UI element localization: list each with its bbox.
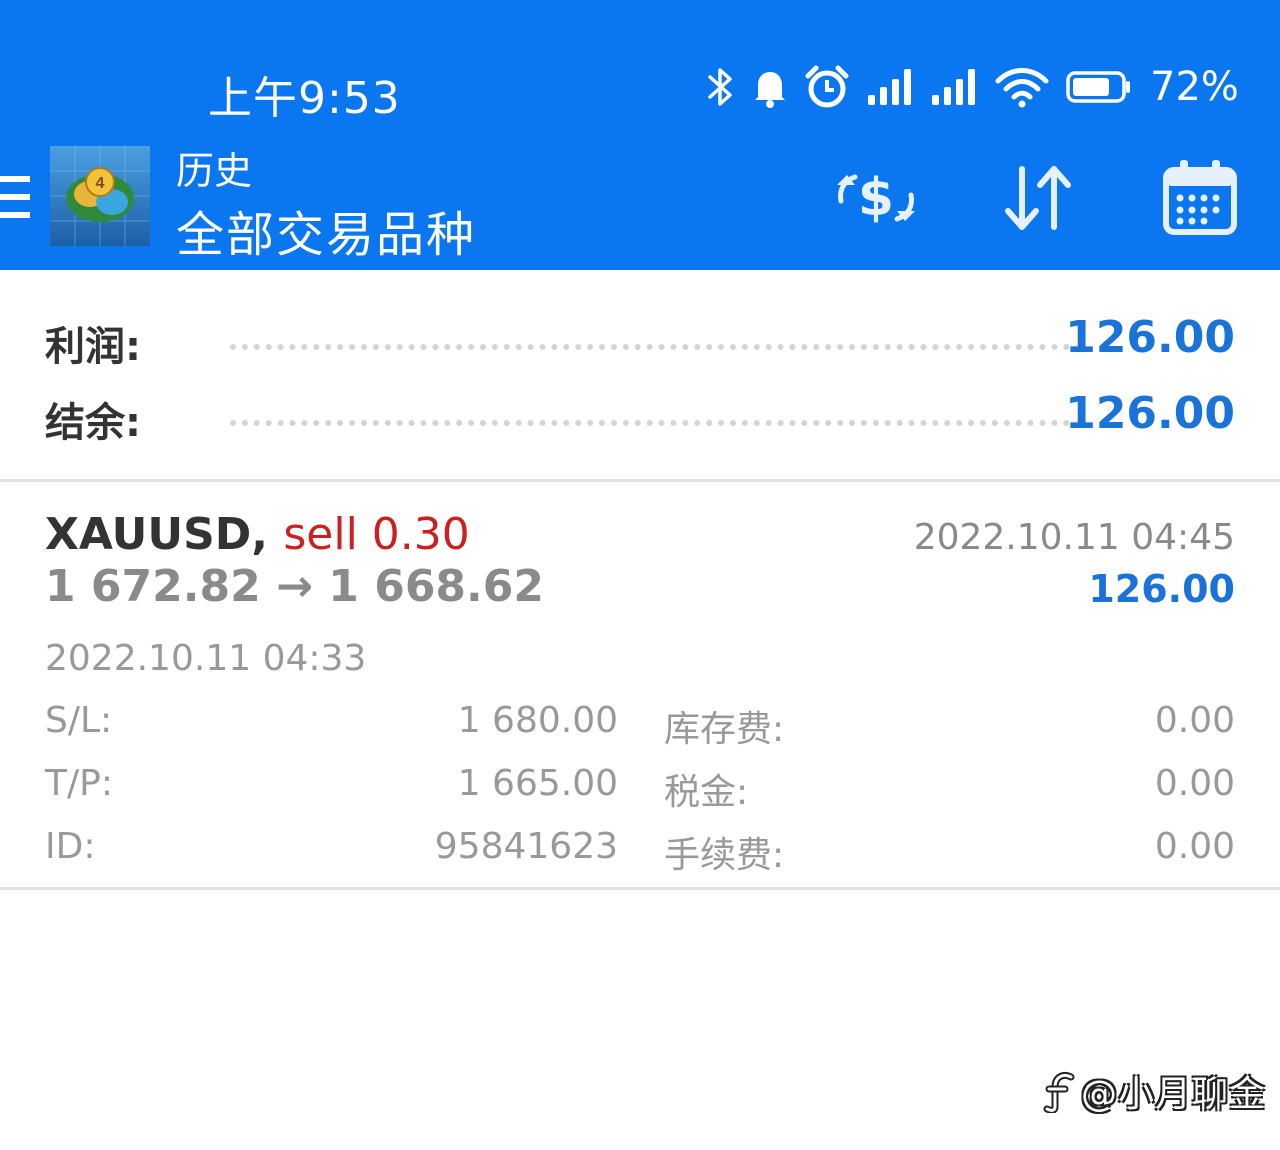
svg-text:4: 4 bbox=[96, 175, 105, 192]
sort-button[interactable] bbox=[990, 150, 1086, 246]
detail-row-sl: S/L: 1 680.00 库存费: 0.00 bbox=[0, 700, 1280, 750]
deal-item[interactable]: XAUUSD, sell 0.30 2022.10.11 04:45 1 672… bbox=[0, 483, 1280, 887]
sort-icon bbox=[1005, 166, 1071, 230]
dotted-leader bbox=[230, 420, 1070, 426]
menu-button[interactable] bbox=[0, 172, 34, 222]
close-price: 1 668.62 bbox=[328, 561, 544, 612]
open-price: 1 672.82 bbox=[45, 561, 261, 612]
hamburger-icon bbox=[0, 176, 30, 218]
tax-value: 0.00 bbox=[1154, 763, 1235, 804]
sl-label: S/L: bbox=[45, 700, 113, 741]
commission-label: 手续费: bbox=[664, 835, 785, 876]
balance-value: 126.00 bbox=[1065, 388, 1235, 439]
calendar-icon bbox=[1163, 160, 1237, 235]
divider bbox=[0, 479, 1280, 482]
status-time: 上午9:53 bbox=[208, 73, 401, 124]
commission-value: 0.00 bbox=[1154, 826, 1235, 867]
arrow-icon: → bbox=[276, 561, 313, 612]
deal-header: XAUUSD, sell 0.30 bbox=[45, 509, 470, 560]
dotted-leader bbox=[230, 344, 1070, 350]
watermark: @小月聊金 bbox=[1041, 1066, 1266, 1116]
deal-symbol: XAUUSD, bbox=[45, 509, 269, 560]
swap-label: 库存费: bbox=[664, 709, 785, 750]
svg-text:$: $ bbox=[858, 168, 894, 228]
deal-close-time: 2022.10.11 04:45 bbox=[913, 517, 1235, 558]
profit-row: 利润: 126.00 bbox=[0, 306, 1280, 376]
id-value: 95841623 bbox=[434, 826, 618, 867]
detail-row-tp: T/P: 1 665.00 税金: 0.00 bbox=[0, 763, 1280, 813]
bell-icon bbox=[752, 62, 788, 112]
tp-value: 1 665.00 bbox=[457, 763, 618, 804]
detail-row-id: ID: 95841623 手续费: 0.00 bbox=[0, 826, 1280, 876]
wifi-icon bbox=[994, 62, 1050, 112]
currency-exchange-icon: $ bbox=[837, 168, 915, 228]
summary-section: 利润: 126.00 结余: 126.00 bbox=[0, 270, 1280, 480]
profit-value: 126.00 bbox=[1065, 312, 1235, 363]
divider bbox=[0, 887, 1280, 890]
tax-label: 税金: bbox=[664, 772, 749, 813]
sl-value: 1 680.00 bbox=[457, 700, 618, 741]
battery-percent: 72% bbox=[1150, 64, 1239, 110]
calendar-button[interactable] bbox=[1152, 150, 1248, 246]
app-header: 上午9:53 72% 4 历史 全部交易品种 $ bbox=[0, 0, 1280, 270]
deal-open-time: 2022.10.11 04:33 bbox=[45, 638, 367, 679]
watermark-text: @小月聊金 bbox=[1080, 1074, 1266, 1115]
page-title: 历史 bbox=[176, 149, 253, 193]
battery-icon bbox=[1066, 62, 1132, 112]
symbol-filter[interactable]: 全部交易品种 bbox=[176, 195, 476, 265]
id-label: ID: bbox=[45, 826, 96, 867]
status-icons: 72% bbox=[706, 62, 1239, 112]
tp-label: T/P: bbox=[45, 763, 113, 804]
profit-label: 利润: bbox=[45, 324, 141, 370]
deal-prices: 1 672.82 → 1 668.62 bbox=[45, 561, 544, 612]
currency-exchange-button[interactable]: $ bbox=[828, 150, 924, 246]
swap-value: 0.00 bbox=[1154, 700, 1235, 741]
bluetooth-icon bbox=[706, 62, 736, 112]
signal-icon bbox=[866, 62, 914, 112]
signal-icon bbox=[930, 62, 978, 112]
balance-label: 结余: bbox=[45, 400, 141, 446]
alarm-icon bbox=[804, 62, 850, 112]
platform-logo-icon bbox=[1043, 1071, 1075, 1113]
deal-side-volume: sell 0.30 bbox=[283, 509, 470, 560]
app-logo: 4 bbox=[50, 146, 150, 246]
balance-row: 结余: 126.00 bbox=[0, 382, 1280, 452]
deal-profit: 126.00 bbox=[1088, 567, 1235, 611]
